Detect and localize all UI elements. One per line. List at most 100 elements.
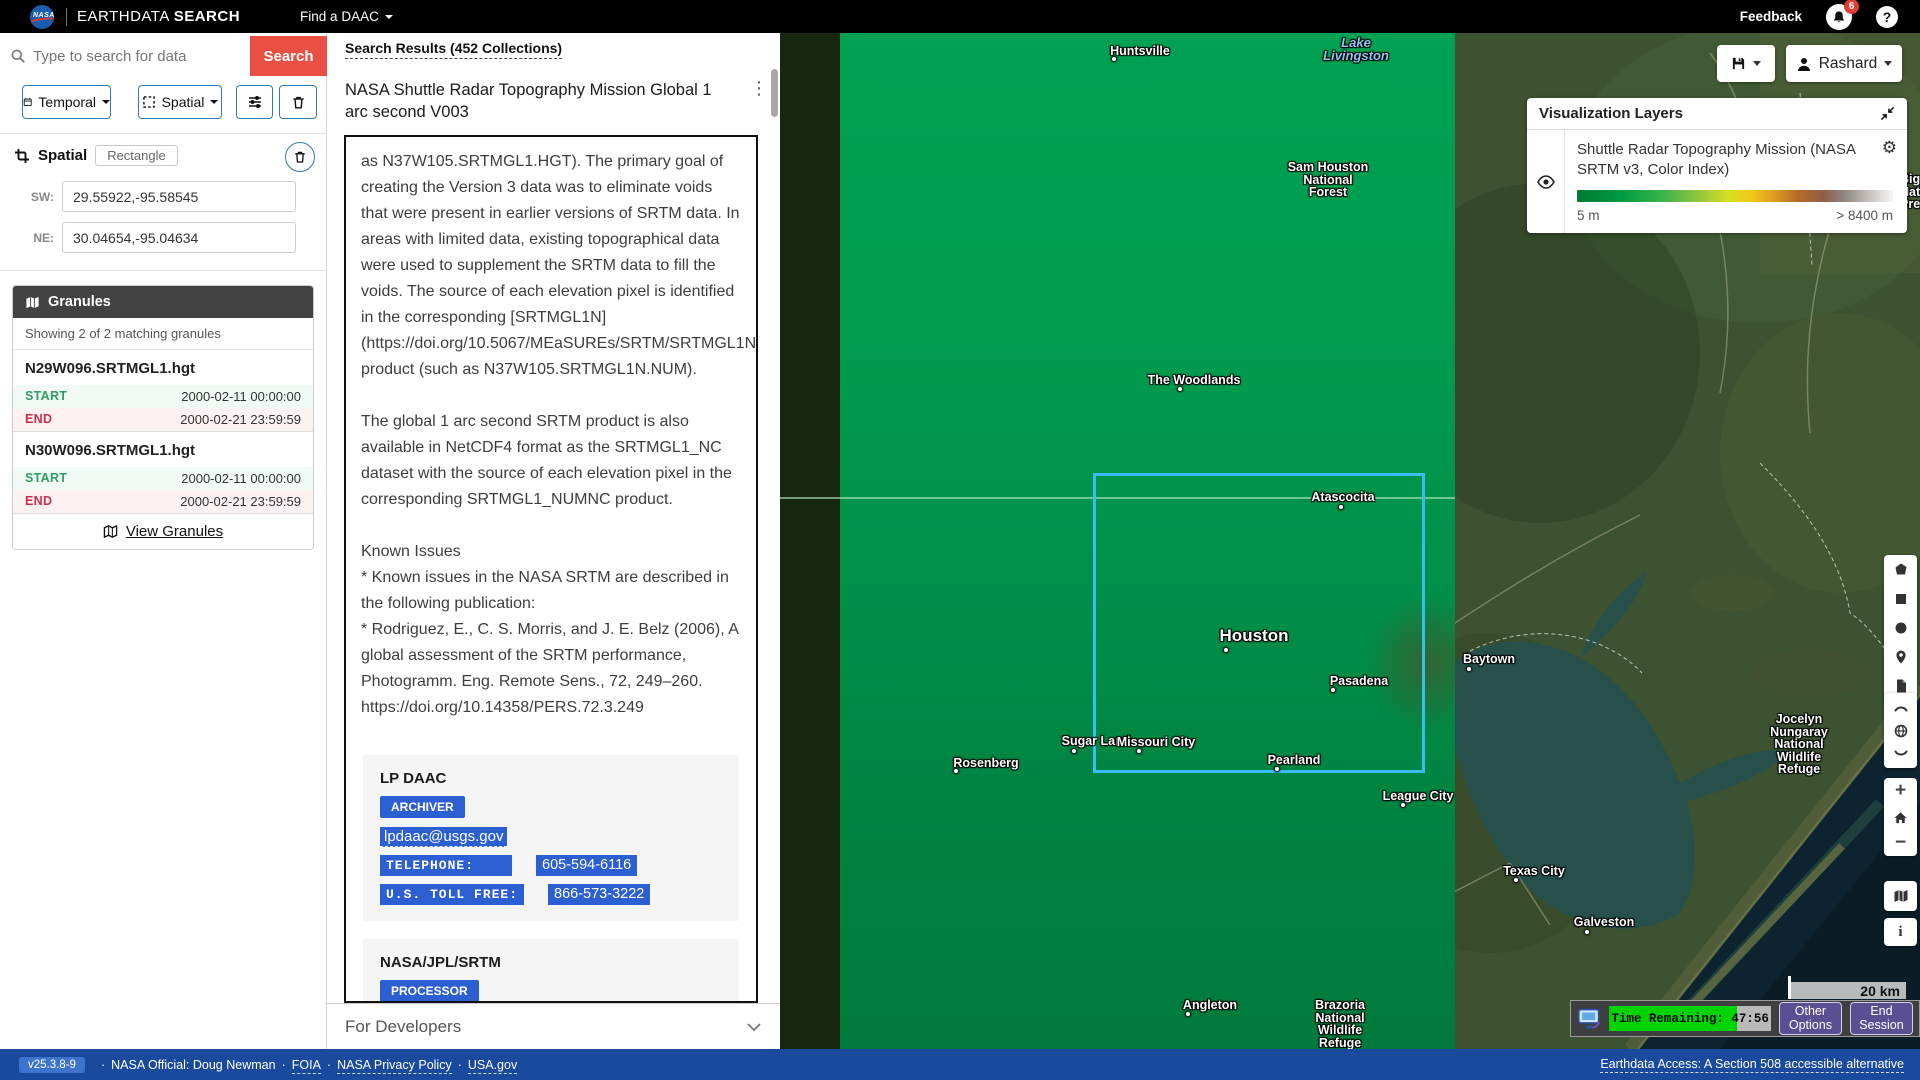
collapse-panel-button[interactable]: [1880, 106, 1895, 121]
remove-spatial-button[interactable]: [285, 142, 315, 172]
description-paragraph: Known Issues * Known issues in the NASA …: [361, 539, 741, 721]
spatial-filter-button[interactable]: Spatial: [138, 85, 222, 119]
search-icon: [10, 48, 26, 64]
map-icon: [103, 524, 118, 539]
notifications-button[interactable]: 6: [1826, 4, 1852, 30]
north-polar-projection-button[interactable]: [1884, 693, 1917, 718]
projection-switcher-group: [1884, 693, 1917, 768]
start-value: 2000-02-11 00:00:00: [181, 389, 301, 404]
help-button[interactable]: ?: [1876, 6, 1898, 28]
end-value: 2000-02-21 23:59:59: [180, 494, 301, 509]
square-icon: [1893, 591, 1909, 607]
geographic-projection-button[interactable]: [1884, 718, 1917, 743]
granule-start-row: START 2000-02-11 00:00:00: [13, 385, 313, 408]
divider: [66, 8, 67, 26]
city-dot: [1136, 748, 1142, 754]
footer-link[interactable]: FOIA: [292, 1058, 321, 1074]
search-input[interactable]: [33, 48, 228, 65]
collection-menu-button[interactable]: ⋮: [750, 78, 768, 99]
zoom-home-button[interactable]: [1884, 804, 1917, 830]
for-developers-accordion[interactable]: For Developers: [327, 1003, 780, 1049]
zoom-out-button[interactable]: −: [1884, 830, 1917, 856]
temporal-filter-button[interactable]: Temporal: [22, 85, 111, 119]
map-canvas[interactable]: HuntsvilleLakeLivingstonSam HoustonNatio…: [780, 33, 1920, 1049]
archiver-name: LP DAAC: [380, 770, 722, 787]
processor-role-badge: PROCESSOR: [380, 980, 479, 1002]
sw-coordinate-input[interactable]: [62, 181, 296, 212]
sliders-icon: [247, 94, 263, 110]
granules-count-text: Showing 2 of 2 matching granules: [13, 318, 313, 350]
search-results-tab[interactable]: Search Results (452 Collections): [345, 40, 562, 59]
draw-polygon-button[interactable]: [1884, 555, 1917, 584]
map-place-label: The Woodlands: [1148, 374, 1241, 387]
collection-description-box[interactable]: as N37W105.SRTMGL1.HGT). The primary goa…: [344, 135, 758, 1003]
nasa-logo-icon[interactable]: NASA: [30, 5, 54, 29]
granule-list-item[interactable]: N30W096.SRTMGL1.hgt START 2000-02-11 00:…: [13, 432, 313, 514]
archiver-email-link[interactable]: lpdaac@usgs.gov: [380, 827, 507, 847]
spatial-section-header: Spatial Rectangle: [14, 145, 178, 166]
processor-contact-card: NASA/JPL/SRTM PROCESSOR: [363, 939, 739, 1003]
city-dot: [1111, 56, 1117, 62]
version-badge[interactable]: v25.3.8-9: [19, 1057, 85, 1073]
city-dot: [1338, 504, 1344, 510]
ne-coordinate-input[interactable]: [62, 222, 296, 253]
accessibility-link[interactable]: Earthdata Access: A Section 508 accessib…: [1600, 1057, 1904, 1073]
ne-label: NE:: [0, 231, 62, 245]
zoom-in-button[interactable]: +: [1884, 778, 1917, 804]
layer-name: Shuttle Radar Topography Mission (NASA S…: [1577, 140, 1857, 180]
end-session-button[interactable]: End Session: [1850, 1002, 1913, 1035]
footer-link[interactable]: USA.gov: [468, 1058, 517, 1074]
panel-scrollbar[interactable]: [771, 69, 778, 117]
app-footer: v25.3.8-9 · NASA Official: Doug Newman ·…: [0, 1049, 1920, 1080]
clear-filters-button[interactable]: [279, 85, 317, 119]
advanced-search-button[interactable]: [236, 85, 273, 119]
draw-rectangle-button[interactable]: [1884, 584, 1917, 613]
start-label: START: [25, 471, 67, 486]
telephone-label: TELEPHONE:: [380, 855, 512, 876]
calendar-icon: [23, 95, 32, 109]
layer-visibility-toggle[interactable]: [1527, 130, 1565, 233]
map-info-button[interactable]: i: [1884, 918, 1917, 946]
draw-circle-button[interactable]: [1884, 613, 1917, 642]
city-dot: [1071, 748, 1077, 754]
elevation-color-ramp: [1577, 190, 1893, 202]
feedback-link[interactable]: Feedback: [1740, 9, 1802, 24]
map-icon: [25, 295, 40, 310]
footer-link[interactable]: NASA Privacy Policy: [337, 1058, 452, 1074]
map-place-label: Angleton: [1183, 999, 1237, 1012]
granule-list-item[interactable]: N29W096.SRTMGL1.hgt START 2000-02-11 00:…: [13, 350, 313, 432]
granule-end-row: END 2000-02-21 23:59:59: [13, 490, 313, 513]
start-value: 2000-02-11 00:00:00: [181, 471, 301, 486]
end-label: END: [25, 412, 52, 427]
city-dot: [1513, 877, 1519, 883]
layer-picker-button[interactable]: [1884, 882, 1917, 911]
map-place-label: Baytown: [1463, 653, 1515, 666]
rectangle-chip: Rectangle: [95, 145, 178, 166]
place-point-button[interactable]: [1884, 642, 1917, 671]
end-label: END: [25, 494, 52, 509]
viz-panel-title: Visualization Layers: [1539, 105, 1683, 122]
other-options-button[interactable]: Other Options: [1779, 1002, 1842, 1035]
polygon-icon: [1893, 562, 1909, 578]
app-title[interactable]: EARTHDATA SEARCH: [77, 8, 240, 25]
map-place-label: League City: [1383, 790, 1454, 803]
find-a-daac-menu[interactable]: Find a DAAC: [300, 9, 393, 24]
collection-title[interactable]: NASA Shuttle Radar Topography Mission Gl…: [345, 79, 730, 123]
spatial-label: Spatial: [162, 94, 205, 110]
south-polar-projection-button[interactable]: [1884, 743, 1917, 768]
search-row: Search: [0, 36, 327, 76]
search-button[interactable]: Search: [250, 36, 327, 76]
user-menu-button[interactable]: Rashard: [1786, 45, 1902, 82]
user-name: Rashard: [1819, 55, 1878, 73]
crop-icon: [14, 148, 30, 164]
attribution-group: i: [1884, 918, 1917, 946]
layer-settings-gear-icon[interactable]: ⚙: [1882, 138, 1897, 158]
circle-icon: [1893, 620, 1909, 636]
view-granules-button[interactable]: View Granules: [13, 514, 313, 549]
save-project-button[interactable]: [1717, 45, 1775, 82]
footer-links: ·FOIA·NASA Privacy Policy·USA.gov: [276, 1058, 518, 1072]
tollfree-value: 866-573-3222: [548, 884, 650, 905]
map-place-label: Galveston: [1574, 916, 1634, 929]
brand-earthdata: EARTHDATA: [77, 8, 169, 25]
arc-top-icon: [1893, 700, 1909, 712]
